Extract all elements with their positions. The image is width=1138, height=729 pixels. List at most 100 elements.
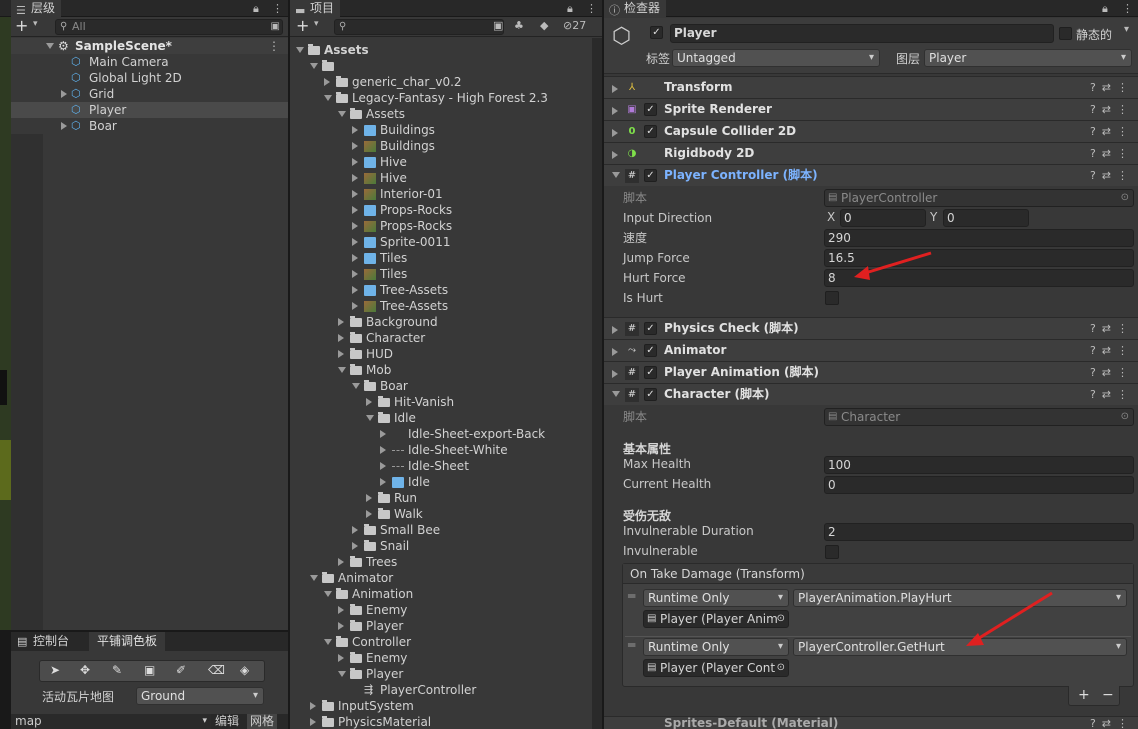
expand-arrow-icon[interactable] (352, 254, 358, 262)
expand-arrow-icon[interactable] (352, 238, 358, 246)
expand-arrow-icon[interactable] (61, 122, 67, 130)
expand-arrow-icon[interactable] (380, 478, 386, 486)
select-tool-icon[interactable]: ➤ (50, 663, 60, 677)
project-item[interactable]: Animation (290, 586, 590, 602)
expand-arrow-icon[interactable] (46, 43, 54, 49)
hierarchy-item-selected[interactable]: ⬡ Player (11, 102, 288, 118)
lock-icon[interactable]: 🔒︎ (567, 0, 573, 17)
project-item[interactable]: HUD (290, 346, 590, 362)
expand-arrow-icon[interactable] (338, 654, 344, 662)
expand-arrow-icon[interactable] (338, 606, 344, 614)
project-item[interactable]: Small Bee (290, 522, 590, 538)
project-item[interactable]: InputSystem (290, 698, 590, 714)
project-item[interactable]: Enemy (290, 602, 590, 618)
project-item[interactable]: Tree-Assets (290, 282, 590, 298)
expand-arrow-icon[interactable] (366, 510, 372, 518)
expand-arrow-icon[interactable] (380, 446, 386, 454)
project-search-input[interactable]: ⚲ (334, 19, 504, 35)
tab-console[interactable]: ▤ 控制台 (11, 632, 77, 651)
project-item[interactable]: generic_char_v0.2 (290, 74, 590, 90)
project-item[interactable]: Player (290, 666, 590, 682)
fill-bucket-icon[interactable]: ◈ (240, 663, 249, 677)
picker-icon[interactable]: ✐ (176, 663, 186, 677)
expand-arrow-icon[interactable] (338, 350, 344, 358)
expand-arrow-icon[interactable] (338, 622, 344, 630)
expand-arrow-icon[interactable] (310, 718, 316, 726)
chevron-down-icon[interactable]: ▾ (314, 19, 319, 29)
filter-icon[interactable]: ▣ (493, 19, 503, 32)
tab-project[interactable]: ▬ 项目 (290, 0, 341, 17)
chevron-down-icon[interactable]: ▾ (33, 19, 38, 29)
project-item[interactable]: Idle (290, 474, 590, 490)
project-item[interactable]: Run (290, 490, 590, 506)
project-item[interactable]: Background (290, 314, 590, 330)
expand-arrow-icon[interactable] (324, 78, 330, 86)
expand-arrow-icon[interactable] (338, 318, 344, 326)
hierarchy-item[interactable]: ⬡ Global Light 2D (11, 70, 288, 86)
project-item[interactable]: Animator (290, 570, 590, 586)
expand-arrow-icon[interactable] (61, 90, 67, 98)
expand-arrow-icon[interactable] (366, 398, 372, 406)
project-item[interactable]: Walk (290, 506, 590, 522)
expand-arrow-icon[interactable] (352, 206, 358, 214)
brush-icon[interactable]: ✎ (112, 663, 122, 677)
move-tool-icon[interactable]: ✥ (80, 663, 90, 677)
project-item[interactable]: Hit-Vanish (290, 394, 590, 410)
project-item[interactable]: Idle-Sheet-export-Back (290, 426, 590, 442)
collapse-arrow-icon[interactable] (324, 95, 332, 101)
project-item[interactable]: Hive (290, 170, 590, 186)
project-item[interactable]: Assets (290, 42, 590, 58)
project-item[interactable]: Character (290, 330, 590, 346)
project-item[interactable]: Props-Rocks (290, 202, 590, 218)
project-item[interactable]: PhysicsMaterial (290, 714, 590, 729)
expand-arrow-icon[interactable] (338, 334, 344, 342)
filter-icon[interactable]: ▣ (271, 20, 280, 34)
type-filter-icon[interactable]: ♣ (514, 19, 524, 32)
expand-arrow-icon[interactable] (352, 302, 358, 310)
collapse-arrow-icon[interactable] (366, 415, 374, 421)
scene-row[interactable]: ⚙ SampleScene* ⋮ (11, 38, 288, 54)
expand-arrow-icon[interactable] (380, 462, 386, 470)
project-item[interactable]: Sprite-0011 (290, 234, 590, 250)
project-item[interactable]: Buildings (290, 138, 590, 154)
project-item[interactable]: Tiles (290, 266, 590, 282)
add-icon[interactable]: + (15, 17, 28, 35)
collapse-arrow-icon[interactable] (310, 575, 318, 581)
project-item[interactable]: Tree-Assets (290, 298, 590, 314)
expand-arrow-icon[interactable] (352, 286, 358, 294)
expand-arrow-icon[interactable] (352, 158, 358, 166)
expand-arrow-icon[interactable] (338, 558, 344, 566)
lock-icon[interactable]: 🔒︎ (253, 0, 259, 17)
collapse-arrow-icon[interactable] (310, 63, 318, 69)
hierarchy-search-input[interactable]: ⚲ All ▣ (55, 19, 283, 35)
expand-arrow-icon[interactable] (352, 526, 358, 534)
project-item[interactable]: Tiles (290, 250, 590, 266)
collapse-arrow-icon[interactable] (338, 671, 346, 677)
hidden-packages-icon[interactable]: ⊘27 (563, 19, 586, 32)
active-map-dropdown[interactable]: Ground (136, 687, 264, 705)
project-item[interactable]: Idle (290, 410, 590, 426)
scene-menu-icon[interactable]: ⋮ (268, 38, 280, 54)
menu-icon[interactable]: ⋮ (272, 0, 283, 17)
collapse-arrow-icon[interactable] (338, 367, 346, 373)
project-item[interactable]: Enemy (290, 650, 590, 666)
hierarchy-item[interactable]: ⬡ Grid (11, 86, 288, 102)
project-item[interactable]: Props-Rocks (290, 218, 590, 234)
collapse-arrow-icon[interactable] (324, 639, 332, 645)
expand-arrow-icon[interactable] (352, 222, 358, 230)
collapse-arrow-icon[interactable] (324, 591, 332, 597)
expand-arrow-icon[interactable] (352, 270, 358, 278)
project-item[interactable]: Boar (290, 378, 590, 394)
expand-arrow-icon[interactable] (352, 174, 358, 182)
project-item[interactable]: Idle-Sheet (290, 458, 590, 474)
project-item[interactable]: Hive (290, 154, 590, 170)
project-item[interactable]: Legacy-Fantasy - High Forest 2.3 (290, 90, 590, 106)
collapse-arrow-icon[interactable] (338, 111, 346, 117)
tab-tile-palette[interactable]: 平铺调色板 (89, 632, 166, 651)
expand-arrow-icon[interactable] (352, 126, 358, 134)
project-item[interactable] (290, 58, 590, 74)
project-item[interactable]: ⇶ PlayerController (290, 682, 590, 698)
tab-hierarchy[interactable]: ☰ 层级 (11, 0, 62, 17)
eraser-icon[interactable]: ⌫ (208, 663, 225, 677)
collapse-arrow-icon[interactable] (296, 47, 304, 53)
